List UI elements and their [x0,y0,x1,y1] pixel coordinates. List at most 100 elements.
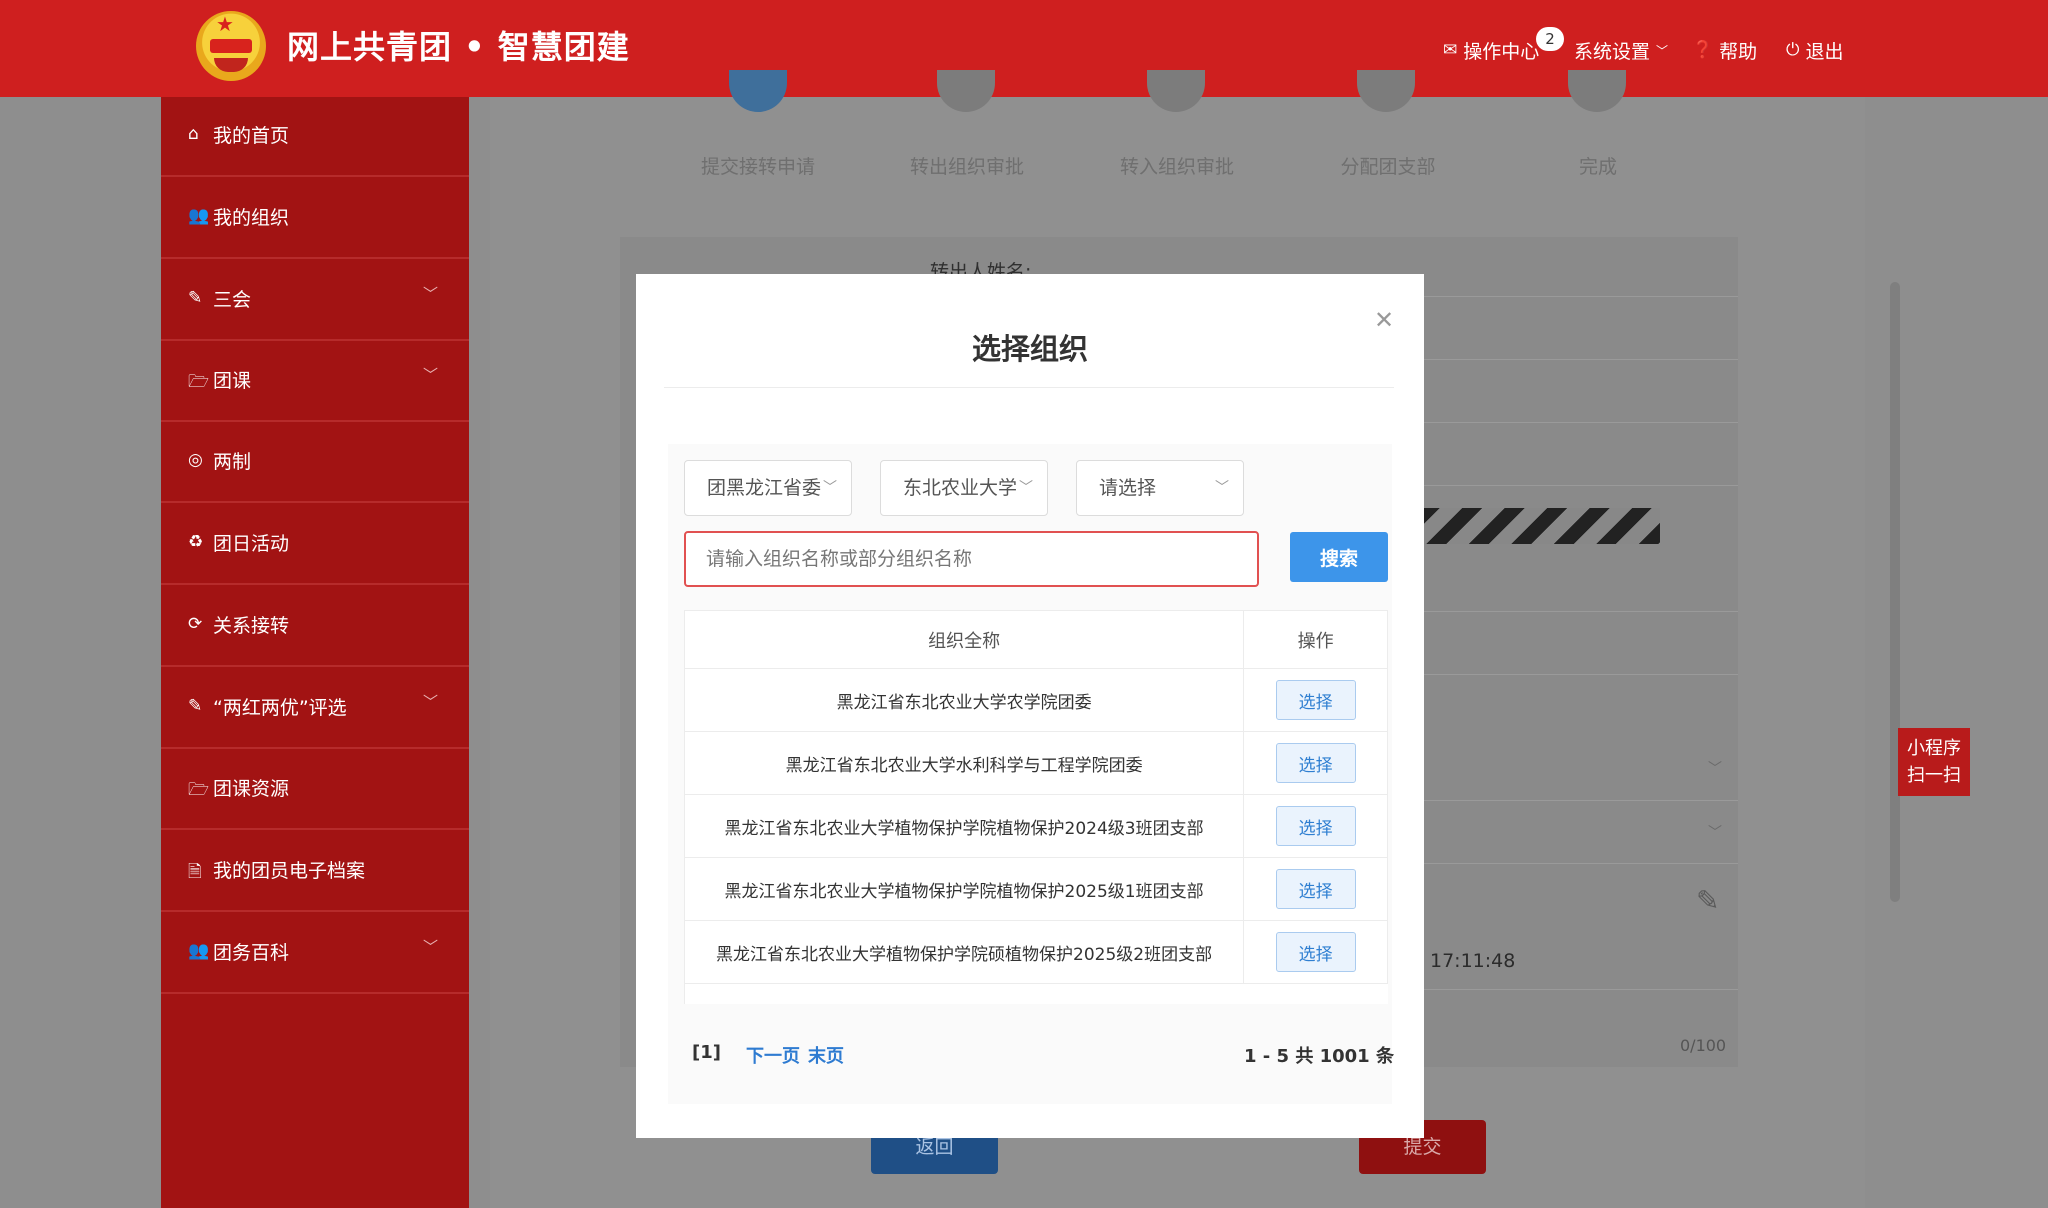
org-name-cell: 黑龙江省东北农业大学水利科学与工程学院团委 [685,732,1245,794]
mini-program-label: 扫一扫 [1907,765,1961,786]
chevron-down-icon: ﹀ [1708,825,1722,841]
sidebar-item-label: 团务百科 [213,942,290,964]
sidebar-item-home[interactable]: ⌂ 我的首页 [161,97,469,177]
province-select[interactable]: 团黑龙江省委 ﹀ [684,460,852,516]
top-header: ★ 网上共青团 • 智慧团建 ✉ 操作中心 2 系统设置 ﹀ ❓ 帮助 ⏻ 退出 [0,0,2048,97]
select-org-button[interactable]: 选择 [1275,680,1356,720]
users-icon: 👥 [188,941,210,961]
chevron-down-icon: ﹀ [1215,480,1229,496]
sidebar-item-lessons[interactable]: 🗁 团课 ﹀ [161,342,469,422]
university-select[interactable]: 东北农业大学 ﹀ [880,460,1048,516]
sidebar-item-label: 关系接转 [213,615,290,637]
sidebar-item-selection[interactable]: ✎ “两红两优”评选 ﹀ [161,669,469,749]
users-icon: 👥 [188,206,210,226]
sidebar-item-transfer[interactable]: ⟳ 关系接转 [161,587,469,667]
sidebar-item-label: 我的组织 [213,207,290,229]
column-header-action: 操作 [1244,611,1388,668]
search-button[interactable]: 搜索 [1290,532,1388,582]
redacted-value [1420,508,1660,544]
sidebar-item-two-systems[interactable]: ◎ 两制 [161,423,469,503]
table-row: 黑龙江省东北农业大学植物保护学院植物保护2024级3班团支部 选择 [685,795,1388,858]
chevron-down-icon: ﹀ [1019,480,1033,496]
help-label: 帮助 [1719,40,1758,63]
sidebar-item-label: “两红两优”评选 [213,697,347,719]
sidebar-item-my-org[interactable]: 👥 我的组织 [161,179,469,259]
sidebar-item-label: 我的团员电子档案 [213,860,366,882]
home-icon: ⌂ [188,124,199,144]
chevron-down-icon: ﹀ [423,693,439,711]
pager-total-count: 1 - 5 共 1001 条 [1244,1046,1394,1067]
pager-last-link[interactable]: 末页 [808,1042,844,1068]
step-label: 转入组织审批 [1119,156,1234,178]
column-header-org-name: 组织全称 [685,611,1245,668]
select-org-button[interactable]: 选择 [1275,869,1356,909]
action-cell: 选择 [1244,921,1388,983]
select-org-button[interactable]: 选择 [1275,743,1356,783]
table-footer [685,984,1388,1004]
table-row: 黑龙江省东北农业大学农学院团委 选择 [685,669,1388,732]
sidebar-item-label: 团日活动 [213,533,290,555]
chevron-down-icon: ﹀ [1708,761,1722,777]
action-cell: 选择 [1244,858,1388,920]
select-value: 请选择 [1099,477,1157,499]
sidebar-item-league-day[interactable]: ♻ 团日活动 [161,505,469,585]
league-logo-icon: ★ [196,11,266,81]
chevron-down-icon: ﹀ [823,480,837,496]
help-link[interactable]: ❓ 帮助 [1692,36,1757,64]
pager-next-link[interactable]: 下一页 [746,1042,800,1068]
system-settings-menu[interactable]: 系统设置 ﹀ [1574,36,1668,64]
step-label: 完成 [1578,156,1617,178]
divider [664,387,1394,388]
envelope-icon: ✉ [1443,40,1458,60]
select-value: 团黑龙江省委 [707,477,822,499]
sub-org-select[interactable]: 请选择 ﹀ [1076,460,1244,516]
sidebar-item-encyclopedia[interactable]: 👥 团务百科 ﹀ [161,914,469,994]
org-name-cell: 黑龙江省东北农业大学植物保护学院植物保护2024级3班团支部 [685,795,1245,857]
sidebar-item-label: 团课资源 [213,778,290,800]
ops-center-link[interactable]: ✉ 操作中心 [1443,36,1539,64]
close-icon[interactable]: ✕ [1374,306,1394,334]
org-name-cell: 黑龙江省东北农业大学植物保护学院植物保护2025级1班团支部 [685,858,1245,920]
char-counter: 0/100 [1680,1036,1727,1055]
sidebar-item-label: 三会 [213,289,252,311]
action-cell: 选择 [1244,732,1388,794]
ops-center-label: 操作中心 [1463,40,1540,63]
sidebar-item-meetings[interactable]: ✎ 三会 ﹀ [161,261,469,341]
power-icon: ⏻ [1786,40,1800,60]
chevron-down-icon: ﹀ [1656,43,1669,58]
settings-label: 系统设置 [1574,40,1651,63]
table-row: 黑龙江省东北农业大学植物保护学院植物保护2025级1班团支部 选择 [685,858,1388,921]
page-scrollbar[interactable] [1890,282,1900,902]
action-cell: 选择 [1244,795,1388,857]
file-icon: 🗎 [188,862,202,882]
table-row: 黑龙江省东北农业大学水利科学与工程学院团委 选择 [685,732,1388,795]
pager-current-page: [1] [692,1042,721,1063]
sidebar-item-archive[interactable]: 🗎 我的团员电子档案 [161,832,469,912]
step-label: 提交接转申请 [700,156,815,178]
folder-icon: 🗁 [188,780,210,800]
org-search-input[interactable] [684,531,1259,587]
chevron-down-icon: ﹀ [423,285,439,303]
refresh-icon: ⟳ [188,614,203,634]
folder-icon: 🗁 [188,372,210,392]
logout-link[interactable]: ⏻ 退出 [1786,36,1843,64]
select-organization-dialog: 选择组织 ✕ 团黑龙江省委 ﹀ 东北农业大学 ﹀ 请选择 ﹀ 搜索 组织全称 操… [636,274,1424,1138]
table-row: 黑龙江省东北农业大学植物保护学院硕植物保护2025级2班团支部 选择 [685,921,1388,984]
org-name-cell: 黑龙江省东北农业大学植物保护学院硕植物保护2025级2班团支部 [685,921,1245,983]
step-label: 转出组织审批 [909,156,1024,178]
target-icon: ◎ [188,450,203,470]
org-table: 组织全称 操作 黑龙江省东北农业大学农学院团委 选择 黑龙江省东北农业大学水利科… [684,610,1388,1004]
select-value: 东北农业大学 [903,477,1018,499]
org-name-cell: 黑龙江省东北农业大学农学院团委 [685,669,1245,731]
select-org-button[interactable]: 选择 [1275,806,1356,846]
edit-icon[interactable]: ✎ [1696,884,1719,917]
sidebar-item-resources[interactable]: 🗁 团课资源 [161,750,469,830]
mini-program-qr-tab[interactable]: 小程序 扫一扫 [1898,728,1970,796]
help-icon: ❓ [1692,40,1714,60]
sidebar-item-label: 我的首页 [213,125,290,147]
submit-time-value: 17:11:48 [1430,950,1516,972]
recycle-icon: ♻ [188,532,204,552]
sidebar-item-label: 两制 [213,451,252,473]
select-org-button[interactable]: 选择 [1275,932,1356,972]
edit-icon: ✎ [188,288,203,308]
